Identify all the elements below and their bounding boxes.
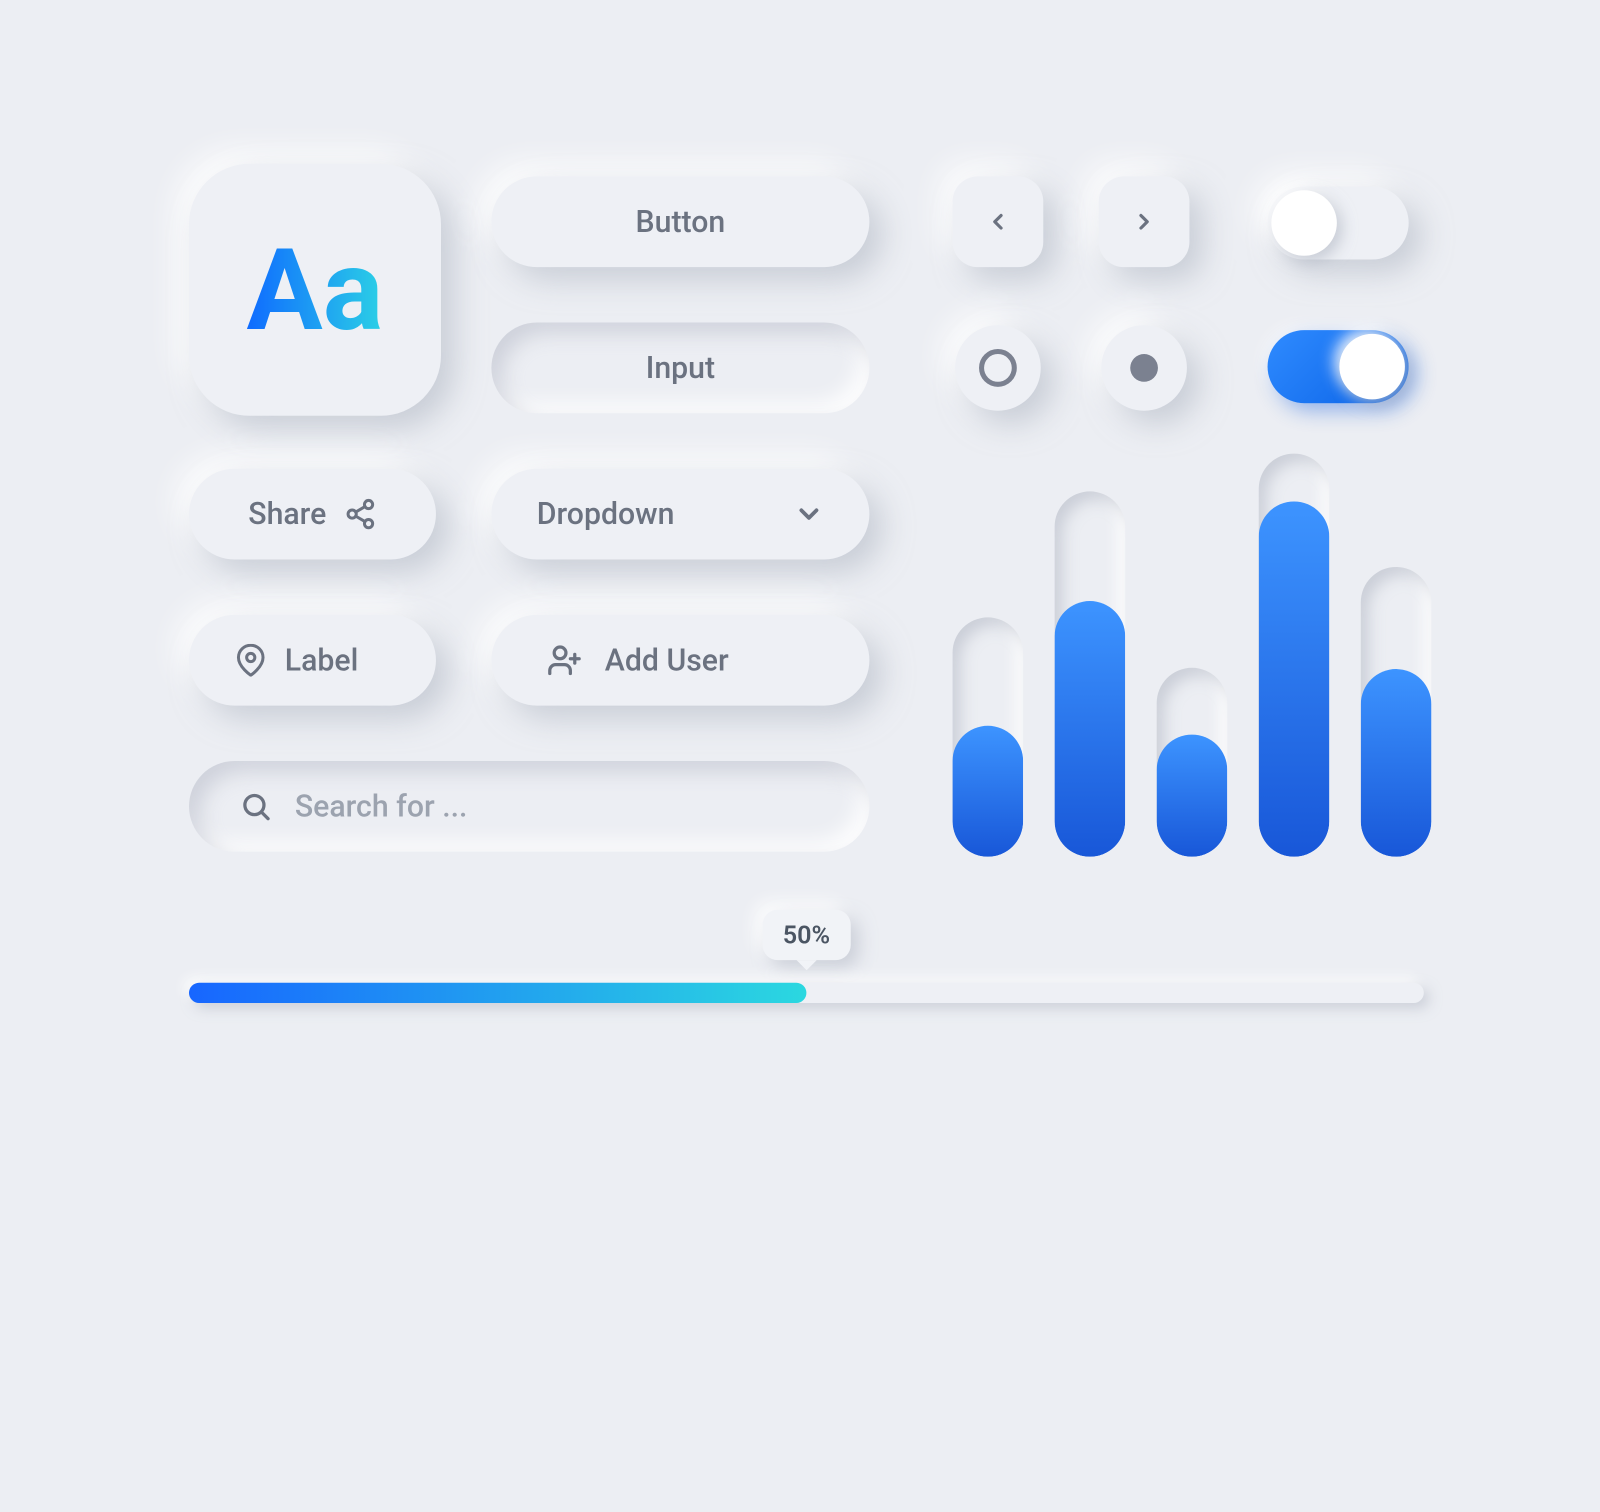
- bar-fill: [1055, 601, 1126, 857]
- dropdown[interactable]: Dropdown: [491, 469, 869, 560]
- map-pin-icon: [234, 644, 267, 677]
- radio-ring-icon: [979, 349, 1017, 387]
- bar-slot: [1361, 567, 1432, 857]
- progress-value-label: 50%: [783, 920, 830, 950]
- bar-slot: [1157, 668, 1228, 857]
- text-input-placeholder: Input: [646, 350, 715, 385]
- typography-sample: Aa: [247, 224, 384, 356]
- add-user-button-label: Add User: [605, 643, 729, 678]
- nav-next-button[interactable]: [1099, 176, 1190, 267]
- progress-track: [189, 983, 1424, 1003]
- share-icon: [344, 498, 377, 531]
- chevron-right-icon: [1131, 209, 1156, 234]
- share-button-label: Share: [248, 496, 326, 531]
- dropdown-label: Dropdown: [537, 496, 794, 531]
- progress-tooltip: 50%: [763, 910, 851, 960]
- user-plus-icon: [547, 643, 582, 678]
- radio-dot-icon: [1130, 354, 1158, 382]
- label-chip[interactable]: Label: [189, 615, 436, 706]
- bar-fill: [1259, 502, 1330, 857]
- bar-chart: [953, 454, 1432, 857]
- toggle-knob: [1271, 190, 1337, 256]
- toggle-off[interactable]: [1268, 186, 1409, 259]
- chevron-left-icon: [985, 209, 1010, 234]
- radio-unselected[interactable]: [955, 325, 1041, 411]
- radio-selected[interactable]: [1101, 325, 1187, 411]
- nav-prev-button[interactable]: [953, 176, 1044, 267]
- bar-fill: [1157, 734, 1228, 857]
- bar-slot: [953, 617, 1024, 856]
- search-input[interactable]: Search for ...: [189, 761, 869, 852]
- toggle-on[interactable]: [1268, 330, 1409, 403]
- bar-fill: [1361, 668, 1432, 856]
- primary-button[interactable]: Button: [491, 176, 869, 267]
- primary-button-label: Button: [636, 204, 726, 239]
- bar-slot: [1259, 454, 1330, 857]
- search-icon: [239, 790, 272, 823]
- bar-slot: [1055, 491, 1126, 856]
- progress-fill: [189, 983, 806, 1003]
- search-placeholder: Search for ...: [295, 789, 468, 824]
- bar-fill: [953, 725, 1024, 857]
- share-button[interactable]: Share: [189, 469, 436, 560]
- typography-tile: Aa: [189, 164, 441, 416]
- add-user-button[interactable]: Add User: [491, 615, 869, 706]
- progress-bar[interactable]: 50%: [189, 983, 1424, 1003]
- text-input[interactable]: Input: [491, 323, 869, 414]
- chevron-down-icon: [794, 499, 824, 529]
- toggle-knob: [1339, 334, 1405, 400]
- label-chip-text: Label: [285, 643, 359, 678]
